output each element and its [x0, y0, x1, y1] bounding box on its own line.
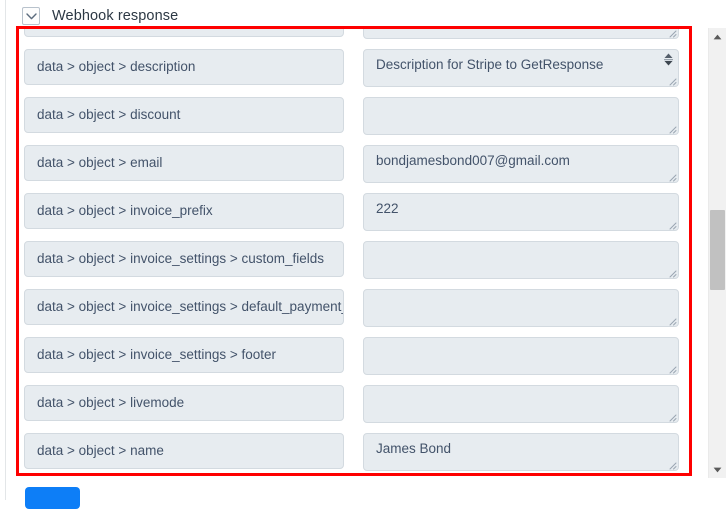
value-field[interactable] — [363, 29, 679, 39]
mapping-row: data > object > invoice_settings > custo… — [19, 241, 689, 289]
value-stepper-icon[interactable] — [661, 51, 676, 71]
value-cell: bondjamesbond007@gmail.com — [363, 145, 679, 183]
mapping-rows-container: data > object > description Description f… — [19, 29, 689, 473]
value-field[interactable]: bondjamesbond007@gmail.com — [363, 145, 679, 183]
value-cell — [363, 29, 679, 39]
resize-grip-icon[interactable] — [666, 411, 677, 422]
value-field[interactable] — [363, 97, 679, 135]
value-cell — [363, 97, 679, 135]
resize-grip-icon[interactable] — [666, 75, 677, 86]
resize-grip-icon[interactable] — [666, 459, 677, 470]
mapping-row: data > object > name James Bond — [19, 433, 689, 473]
resize-grip-icon[interactable] — [666, 29, 677, 38]
source-path-field[interactable]: data > object > invoice_settings > defau… — [24, 289, 344, 325]
value-cell: 222 — [363, 193, 679, 231]
value-field[interactable]: Description for Stripe to GetResponse — [363, 49, 679, 87]
mapping-row — [19, 29, 689, 49]
triangle-down-icon[interactable] — [709, 461, 726, 478]
submit-button[interactable] — [25, 487, 80, 509]
resize-grip-icon[interactable] — [666, 219, 677, 230]
source-path-field[interactable]: data > object > email — [24, 145, 344, 181]
page-gutter-line — [5, 0, 6, 500]
value-field[interactable] — [363, 241, 679, 279]
page-title: Webhook response — [52, 8, 179, 24]
value-cell — [363, 241, 679, 279]
value-field[interactable]: James Bond — [363, 433, 679, 471]
source-path-field[interactable]: data > object > discount — [24, 97, 344, 133]
source-path-field[interactable]: data > object > invoice_prefix — [24, 193, 344, 229]
mapping-row: data > object > invoice_settings > foote… — [19, 337, 689, 385]
value-field[interactable] — [363, 385, 679, 423]
mapping-row: data > object > livemode — [19, 385, 689, 433]
triangle-up-icon[interactable] — [709, 28, 726, 45]
mapping-row: data > object > invoice_settings > defau… — [19, 289, 689, 337]
mapping-row: data > object > invoice_prefix 222 — [19, 193, 689, 241]
value-cell: Description for Stripe to GetResponse — [363, 49, 679, 87]
resize-grip-icon[interactable] — [666, 123, 677, 134]
value-cell: James Bond — [363, 433, 679, 471]
resize-grip-icon[interactable] — [666, 315, 677, 326]
value-cell — [363, 289, 679, 327]
value-field[interactable]: 222 — [363, 193, 679, 231]
triangle-up-glyph — [713, 34, 722, 39]
value-field[interactable] — [363, 289, 679, 327]
source-path-field[interactable]: data > object > description — [24, 49, 344, 85]
value-field[interactable] — [363, 337, 679, 375]
mapping-row: data > object > email bondjamesbond007@gm… — [19, 145, 689, 193]
source-path-field[interactable]: data > object > name — [24, 433, 344, 469]
chevron-down-icon[interactable] — [22, 7, 40, 25]
webhook-response-mapping-list: data > object > description Description f… — [19, 29, 689, 473]
source-path-field[interactable]: data > object > invoice_settings > foote… — [24, 337, 344, 373]
value-cell — [363, 337, 679, 375]
triangle-down-glyph — [713, 467, 722, 472]
source-path-field[interactable]: data > object > invoice_settings > custo… — [24, 241, 344, 277]
resize-grip-icon[interactable] — [666, 171, 677, 182]
source-path-field[interactable]: data > object > livemode — [24, 385, 344, 421]
vertical-scrollbar[interactable] — [708, 28, 726, 478]
source-path-field[interactable] — [24, 29, 344, 37]
value-cell — [363, 385, 679, 423]
resize-grip-icon[interactable] — [666, 363, 677, 374]
mapping-row: data > object > description Description f… — [19, 49, 689, 97]
mapping-row: data > object > discount — [19, 97, 689, 145]
chevron-down-glyph — [25, 12, 37, 19]
resize-grip-icon[interactable] — [666, 267, 677, 278]
scrollbar-thumb[interactable] — [710, 210, 725, 290]
section-header: Webhook response — [22, 5, 178, 27]
